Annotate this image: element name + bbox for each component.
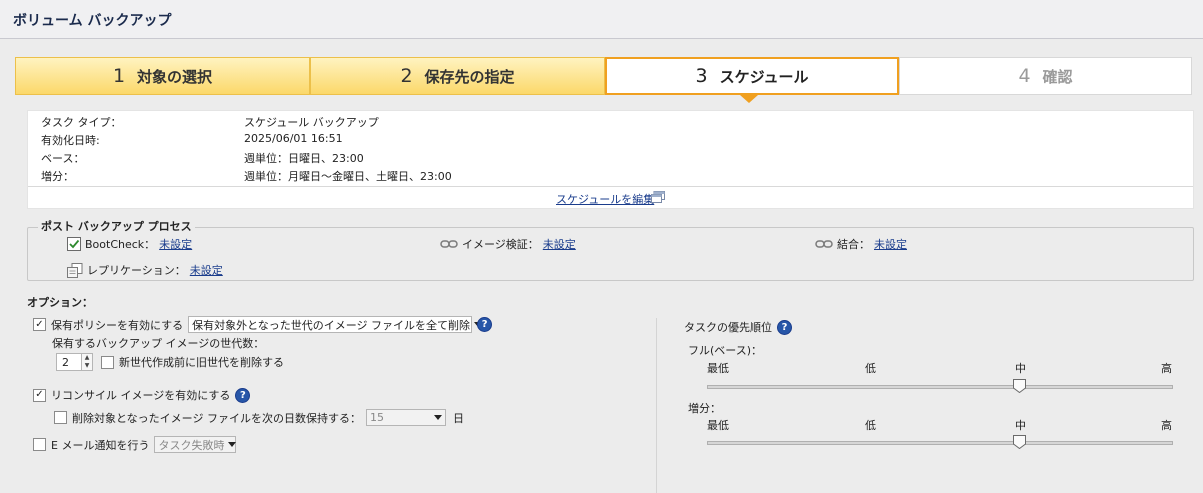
chevron-down-icon <box>228 442 237 447</box>
retention-select[interactable]: 保有対象外となった世代のイメージ ファイルを全て削除 <box>188 316 483 333</box>
replication-value-link[interactable]: 未設定 <box>190 262 223 278</box>
chevron-down-icon <box>433 415 442 420</box>
retention-checkbox[interactable]: ✓ <box>33 318 46 331</box>
step-select-target[interactable]: 1 対象の選択 <box>15 57 310 95</box>
delete-before-label: 新世代作成前に旧世代を削除する <box>119 356 284 369</box>
replication-label: レプリケーション： <box>87 264 186 277</box>
merge-label: 結合： <box>837 238 870 251</box>
image-verify-label: イメージ検証： <box>462 238 539 251</box>
step-label: 対象の選択 <box>137 67 213 86</box>
generations-label: 保有するバックアップ イメージの世代数： <box>52 337 265 350</box>
generations-value[interactable]: 2 <box>56 353 82 371</box>
retention-policy-row: ✓ 保有ポリシーを有効にする 保有対象外となった世代のイメージ ファイルを全て削… <box>33 316 493 333</box>
summary-divider <box>28 186 1193 187</box>
keep-deleted-label: 削除対象となったイメージ ファイルを次の日数保持する： <box>72 411 361 425</box>
incremental-label: 増分： <box>41 170 74 183</box>
window-title: ボリューム バックアップ <box>13 13 172 29</box>
bootcheck-label: BootCheck： <box>85 238 156 251</box>
tick-high: 高 <box>1161 419 1172 432</box>
keep-deleted-checkbox[interactable] <box>54 411 67 424</box>
base-value: 週単位：日曜日、23:00 <box>244 152 364 165</box>
merge-item: 結合： 未設定 <box>815 236 907 252</box>
incremental-value: 週単位：月曜日～金曜日、土曜日、23:00 <box>244 170 452 183</box>
retention-label: 保有ポリシーを有効にする <box>51 318 184 332</box>
tick-lowest: 最低 <box>707 362 729 375</box>
options-divider <box>656 318 657 493</box>
chain-link-icon <box>440 240 458 248</box>
window-icon[interactable] <box>651 191 665 203</box>
enabled-date-value: 2025/06/01 16:51 <box>244 132 343 145</box>
edit-schedule-link[interactable]: スケジュールを編集 <box>556 191 654 207</box>
delete-before-checkbox[interactable] <box>101 355 114 369</box>
reconcile-checkbox[interactable]: ✓ <box>33 388 46 402</box>
bootcheck-item: BootCheck： 未設定 <box>67 236 192 252</box>
merge-value-link[interactable]: 未設定 <box>874 236 907 252</box>
retention-select-value: 保有対象外となった世代のイメージ ファイルを全て削除 <box>192 318 471 332</box>
wizard-steps: 1 対象の選択 2 保存先の指定 3 スケジュール 4 確認 <box>15 57 1192 95</box>
base-label: ベース： <box>41 152 85 165</box>
stepper-down-icon[interactable]: ▼ <box>82 362 92 370</box>
days-unit: 日 <box>452 411 464 425</box>
step-schedule[interactable]: 3 スケジュール <box>605 57 899 95</box>
tick-low: 低 <box>865 362 876 375</box>
title-bar <box>0 0 1203 39</box>
step-number: 3 <box>695 65 708 87</box>
bootcheck-check-icon <box>67 237 81 251</box>
tick-medium: 中 <box>1015 419 1026 432</box>
stepper-up-icon[interactable]: ▲ <box>82 354 92 362</box>
email-label: E メール通知を行う <box>51 438 150 452</box>
step-label: 保存先の指定 <box>424 67 515 86</box>
copy-pages-icon <box>67 262 83 278</box>
task-type-value: スケジュール バックアップ <box>244 116 379 129</box>
step-number: 4 <box>1018 65 1031 87</box>
generations-stepper[interactable]: 2 ▲ ▼ <box>56 353 93 371</box>
image-verify-value-link[interactable]: 未設定 <box>543 236 576 252</box>
help-icon[interactable]: ? <box>477 317 493 332</box>
help-icon[interactable]: ? <box>777 319 792 335</box>
replication-item: レプリケーション： 未設定 <box>67 262 223 278</box>
help-icon[interactable]: ? <box>235 387 251 403</box>
incr-priority-label: 増分： <box>688 402 721 415</box>
tick-medium: 中 <box>1015 362 1026 375</box>
keep-deleted-row: 削除対象となったイメージ ファイルを次の日数保持する： 15 日 <box>54 409 464 426</box>
stepper-buttons[interactable]: ▲ ▼ <box>82 353 93 371</box>
bootcheck-value-link[interactable]: 未設定 <box>159 236 192 252</box>
incr-priority-track[interactable] <box>707 441 1173 445</box>
step-destination[interactable]: 2 保存先の指定 <box>310 57 605 95</box>
full-priority-track[interactable] <box>707 385 1173 389</box>
full-priority-label: フル(ベース)： <box>688 344 763 357</box>
current-step-pointer <box>740 95 758 103</box>
email-row: E メール通知を行う タスク失敗時 <box>33 436 237 453</box>
step-confirm: 4 確認 <box>899 57 1192 95</box>
step-number: 1 <box>112 65 126 87</box>
step-label: 確認 <box>1042 67 1073 86</box>
step-label: スケジュール <box>719 67 809 86</box>
tick-high: 高 <box>1161 362 1172 375</box>
options-heading: オプション： <box>27 296 93 309</box>
incr-priority-slider-thumb[interactable] <box>1012 435 1026 449</box>
task-type-label: タスク タイプ： <box>41 116 122 129</box>
reconcile-row: ✓ リコンサイル イメージを有効にする ? <box>33 387 251 403</box>
priority-heading: タスクの優先順位 <box>684 321 772 334</box>
keep-days-value: 15 <box>369 411 384 424</box>
email-checkbox[interactable] <box>33 438 46 451</box>
tick-low: 低 <box>865 419 876 432</box>
generations-row: 2 ▲ ▼ 新世代作成前に旧世代を削除する <box>56 353 284 371</box>
enabled-date-label: 有効化日時: <box>41 134 100 147</box>
reconcile-label: リコンサイル イメージを有効にする <box>51 389 231 402</box>
tick-lowest: 最低 <box>707 419 729 432</box>
schedule-summary: タスク タイプ： スケジュール バックアップ 有効化日時: 2025/06/01… <box>27 110 1194 209</box>
post-process-legend: ポスト バックアップ プロセス <box>38 218 195 234</box>
priority-heading-row: タスクの優先順位 ? <box>684 319 792 335</box>
keep-days-select[interactable]: 15 <box>365 409 446 426</box>
full-priority-slider-thumb[interactable] <box>1012 379 1026 393</box>
chain-link-icon <box>815 240 833 248</box>
step-number: 2 <box>400 65 413 87</box>
email-select-value: タスク失敗時 <box>158 438 225 452</box>
image-verify-item: イメージ検証： 未設定 <box>440 236 576 252</box>
email-select[interactable]: タスク失敗時 <box>154 436 237 453</box>
